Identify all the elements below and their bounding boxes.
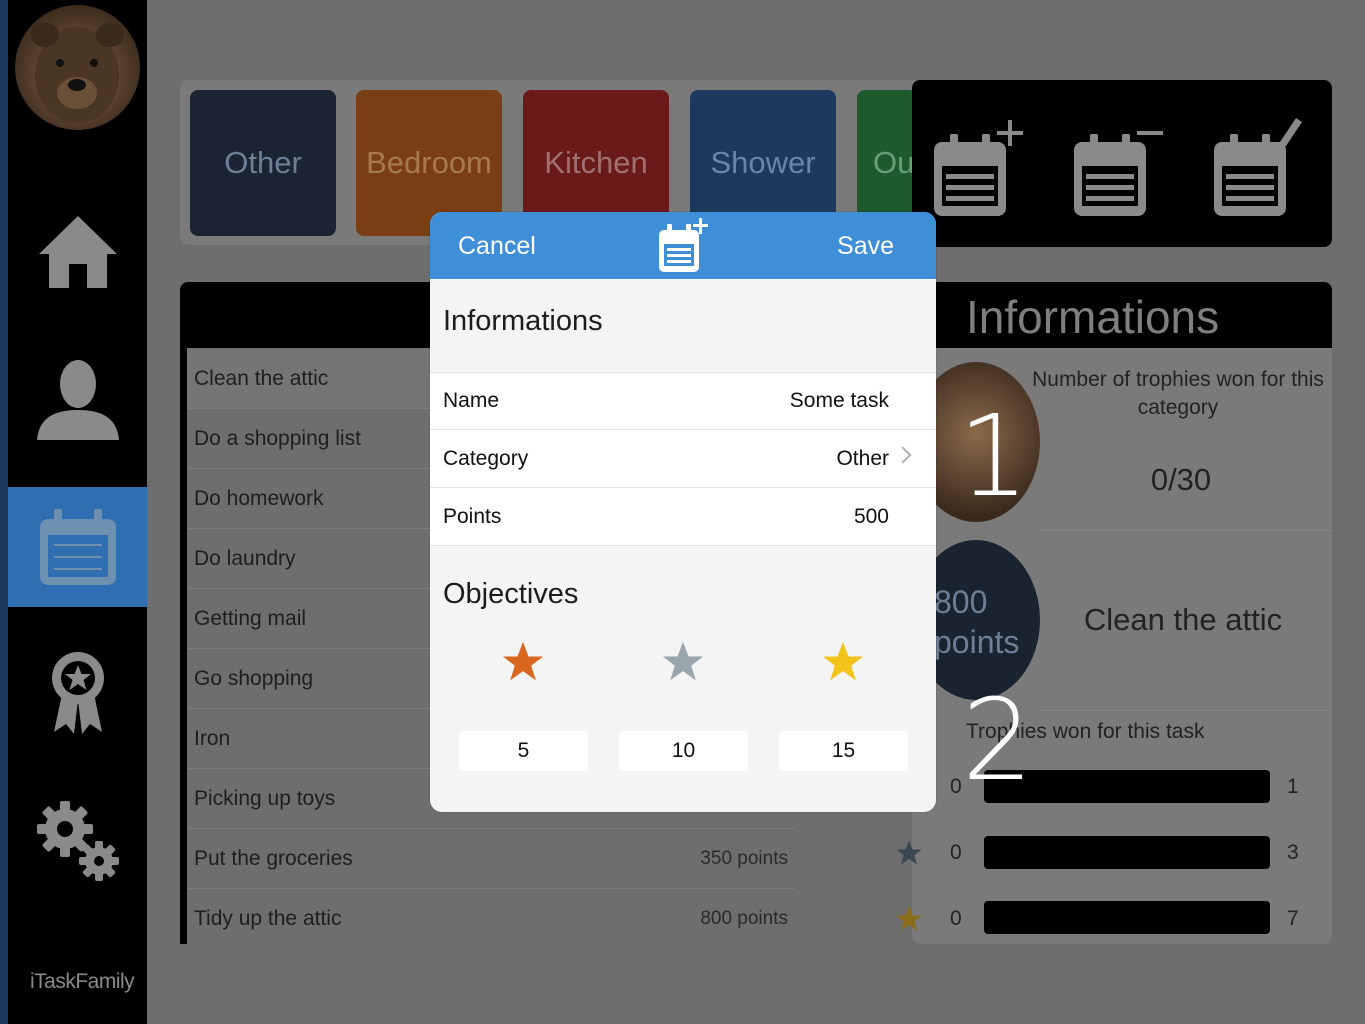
- sidebar-item-settings[interactable]: [8, 780, 147, 900]
- chevron-right-icon: [894, 446, 912, 464]
- selected-task-name: Clean the attic: [1083, 602, 1283, 637]
- home-icon: [38, 216, 117, 288]
- bronze-star-icon: [502, 641, 544, 681]
- silver-star-icon: [662, 641, 704, 681]
- sidebar-item-profile[interactable]: [8, 340, 147, 460]
- bronze-objective-input[interactable]: 5: [459, 731, 588, 771]
- points-row[interactable]: Points 500: [430, 488, 936, 546]
- calendar-remove-icon: [1074, 131, 1163, 216]
- category-label: Category: [443, 446, 529, 470]
- gold-star-icon: [896, 906, 922, 931]
- task-name: Do laundry: [194, 546, 296, 570]
- gold-won: 0: [950, 907, 962, 930]
- task-list-edge: [180, 348, 187, 944]
- task-name: Clean the attic: [194, 366, 329, 390]
- task-name: Tidy up the attic: [194, 907, 342, 930]
- remove-task-button[interactable]: [1070, 112, 1163, 222]
- silver-won: 0: [950, 841, 962, 864]
- silver-star-icon: [896, 840, 922, 865]
- task-points: 350 points: [700, 847, 788, 869]
- gold-progress-bar: [984, 901, 1270, 934]
- task-name: Getting mail: [194, 606, 307, 630]
- save-button[interactable]: Save: [837, 232, 894, 261]
- settings-gears-icon: [36, 801, 119, 881]
- calendar-icon: [39, 509, 116, 585]
- task-points: 800 points: [700, 908, 788, 929]
- section-objectives: Objectives: [443, 578, 579, 610]
- info-title: Informations: [966, 291, 1220, 343]
- category-value: Other: [836, 446, 889, 470]
- name-row[interactable]: Name Some task: [430, 372, 936, 430]
- task-name: Put the groceries: [194, 846, 353, 870]
- user-avatar[interactable]: [15, 5, 140, 130]
- task-row[interactable]: Tidy up the attic 800 points: [187, 889, 795, 949]
- trophies-count: 0/30: [1150, 462, 1212, 497]
- gold-star-icon: [822, 641, 864, 681]
- sidebar: iTaskFamily: [0, 0, 147, 1024]
- add-task-button[interactable]: [930, 112, 1023, 222]
- user-icon: [36, 360, 119, 440]
- section-informations: Informations: [443, 305, 603, 337]
- divider: [1040, 710, 1332, 711]
- task-name: Go shopping: [194, 666, 314, 690]
- app-logo: iTaskFamily: [30, 970, 135, 993]
- sidebar-edge: [0, 0, 8, 1024]
- calendar-add-icon: [934, 120, 1023, 216]
- points-field[interactable]: 500: [854, 505, 889, 529]
- bronze-target: 1: [1287, 775, 1299, 798]
- gold-target: 7: [1287, 907, 1299, 930]
- cancel-button[interactable]: Cancel: [458, 232, 536, 261]
- gold-objective-input[interactable]: 15: [779, 731, 908, 771]
- category-tile-other[interactable]: Other: [190, 90, 336, 236]
- silver-objective-input[interactable]: 10: [619, 731, 748, 771]
- name-label: Name: [443, 389, 500, 412]
- silver-target: 3: [1287, 841, 1299, 864]
- category-row[interactable]: Category Other: [430, 430, 936, 488]
- tutorial-step-1: 1: [958, 392, 1030, 522]
- name-field[interactable]: Some task: [790, 389, 889, 413]
- bronze-won: 0: [950, 775, 962, 798]
- trophies-caption: Number of trophies won for this category: [1032, 368, 1324, 419]
- award-ribbon-icon: [51, 652, 104, 734]
- sidebar-item-trophies[interactable]: [8, 633, 147, 753]
- task-name: Do homework: [194, 486, 324, 510]
- tutorial-step-2: 2: [962, 676, 1034, 806]
- edit-task-button[interactable]: [1210, 112, 1302, 222]
- task-name: Do a shopping list: [194, 426, 361, 450]
- sidebar-item-home[interactable]: [8, 192, 147, 312]
- new-task-dialog: Cancel Save Informations Name Some task …: [430, 212, 936, 812]
- points-circle-label: 800 points: [934, 584, 1020, 660]
- bear-photo: [31, 23, 124, 123]
- task-name: Iron: [194, 726, 231, 750]
- points-label: Points: [443, 504, 502, 528]
- divider: [1040, 530, 1332, 531]
- silver-progress-bar: [984, 836, 1270, 869]
- calendar-add-icon: [655, 218, 711, 276]
- task-row[interactable]: Put the groceries 350 points: [187, 829, 795, 889]
- task-name: Picking up toys: [194, 786, 336, 810]
- sidebar-item-tasks[interactable]: [8, 487, 147, 607]
- calendar-edit-icon: [1214, 118, 1302, 216]
